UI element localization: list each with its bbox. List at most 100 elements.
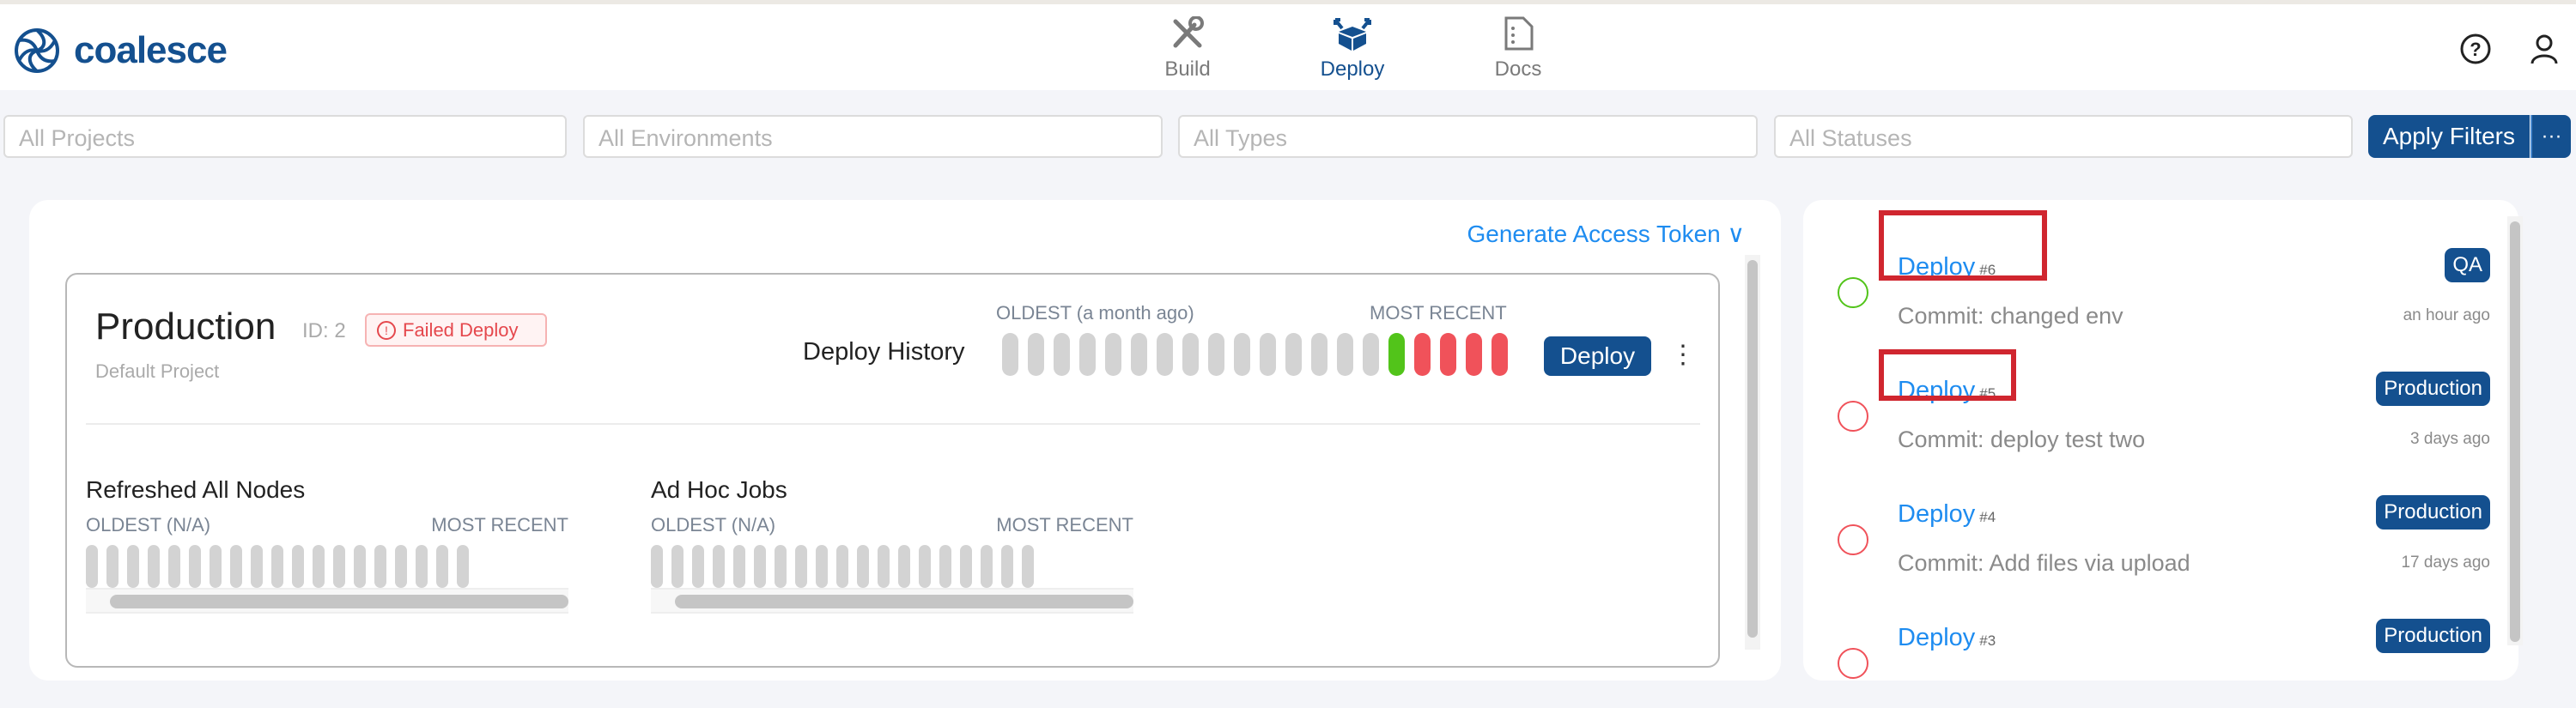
history-bar-empty <box>189 545 201 588</box>
environment-badge: Production <box>2376 619 2490 653</box>
history-bar-failed[interactable] <box>1414 333 1431 376</box>
history-bar-empty <box>436 545 448 588</box>
highlight-box <box>1879 210 2047 281</box>
environments-filter[interactable]: All Environments <box>583 115 1163 158</box>
history-bar-empty <box>168 545 180 588</box>
kebab-menu-icon[interactable]: ⋮ <box>1670 340 1696 370</box>
horizontal-scrollbar[interactable] <box>86 588 568 614</box>
history-bar-empty <box>271 545 283 588</box>
history-bar-empty <box>292 545 304 588</box>
history-bars <box>86 545 568 588</box>
deploy-history-bars <box>1002 333 1508 376</box>
history-bar-none[interactable] <box>1157 333 1173 376</box>
commit-message: Commit: changed env <box>1898 303 2123 329</box>
history-bar-empty <box>333 545 345 588</box>
history-bar-none[interactable] <box>1054 333 1070 376</box>
alert-icon: ! <box>377 320 396 340</box>
history-bar-empty <box>836 545 848 588</box>
user-icon[interactable] <box>2530 33 2559 65</box>
section-title: Refreshed All Nodes <box>86 476 306 503</box>
history-bar-empty <box>457 545 469 588</box>
horizontal-scrollbar[interactable] <box>651 588 1133 614</box>
projects-filter[interactable]: All Projects <box>3 115 567 158</box>
history-bar-none[interactable] <box>1363 333 1379 376</box>
history-bar-failed[interactable] <box>1492 333 1508 376</box>
deploy-time: 17 days ago <box>2401 554 2490 572</box>
types-filter[interactable]: All Types <box>1178 115 1758 158</box>
commit-message: Commit: deploy test two <box>1898 427 2146 452</box>
help-icon[interactable]: ? <box>2459 33 2492 65</box>
deploy-box-icon <box>1334 18 1371 51</box>
history-bar-none[interactable] <box>1260 333 1276 376</box>
status-text: Failed Deploy <box>403 318 519 341</box>
deploy-list-item[interactable]: Deploy #5 Commit: deploy test two Product… <box>1838 341 2490 461</box>
history-bar-none[interactable] <box>1131 333 1147 376</box>
nav-build[interactable]: Build <box>1127 16 1248 82</box>
environment-badge: Production <box>2376 372 2490 406</box>
history-bar-empty <box>816 545 828 588</box>
commit-message: Commit: Add files via upload <box>1898 550 2190 576</box>
deploy-list-item[interactable]: Deploy #6 Commit: changed env QA an hour … <box>1838 210 2490 337</box>
history-bar-empty <box>713 545 725 588</box>
nav-docs[interactable]: Docs <box>1458 16 1578 82</box>
history-bars <box>651 545 1133 588</box>
divider <box>86 423 1700 425</box>
deploy-time: 3 days ago <box>2410 430 2490 448</box>
header: coalesce Build Deploy Docs ? <box>0 4 2576 90</box>
deploys-scrollbar[interactable] <box>2507 216 2523 645</box>
deploy-list-item[interactable]: Deploy #3 Production <box>1838 588 2490 708</box>
history-bar-empty <box>86 545 98 588</box>
history-bar-empty <box>960 545 972 588</box>
most-recent-label: MOST RECENT <box>996 514 1133 536</box>
history-bar-empty <box>313 545 325 588</box>
logo-text: coalesce <box>74 29 228 71</box>
history-bar-none[interactable] <box>1208 333 1224 376</box>
generate-access-token-link[interactable]: Generate Access Token ∨ <box>1467 220 1746 248</box>
history-bar-none[interactable] <box>1311 333 1327 376</box>
history-bar-empty <box>671 545 683 588</box>
deploy-link[interactable]: Deploy #3 <box>1898 624 1996 652</box>
history-bar-none[interactable] <box>1182 333 1199 376</box>
history-bar-empty <box>1022 545 1034 588</box>
history-bar-empty <box>1001 545 1013 588</box>
history-bar-empty <box>374 545 386 588</box>
environment-id: ID: 2 <box>302 319 346 342</box>
apply-filters-button[interactable]: Apply Filters <box>2368 115 2530 158</box>
history-bar-none[interactable] <box>1002 333 1018 376</box>
history-bar-none[interactable] <box>1337 333 1353 376</box>
history-bar-success[interactable] <box>1388 333 1405 376</box>
generate-token-label: Generate Access Token <box>1467 221 1721 247</box>
history-bar-failed[interactable] <box>1466 333 1482 376</box>
history-bar-failed[interactable] <box>1440 333 1456 376</box>
panel-scrollbar[interactable] <box>1745 255 1760 650</box>
deploy-history-label: Deploy History <box>803 338 965 366</box>
history-bar-empty <box>919 545 931 588</box>
history-bar-none[interactable] <box>1105 333 1121 376</box>
history-bar-none[interactable] <box>1234 333 1250 376</box>
nav-label: Docs <box>1494 57 1542 81</box>
history-bar-empty <box>210 545 222 588</box>
history-bar-none[interactable] <box>1028 333 1044 376</box>
chevron-down-icon: ∨ <box>1727 221 1746 247</box>
deploy-link[interactable]: Deploy #4 <box>1898 500 1996 529</box>
history-bar-empty <box>939 545 951 588</box>
deploy-button[interactable]: Deploy <box>1544 336 1651 376</box>
history-bar-empty <box>651 545 663 588</box>
history-bar-empty <box>692 545 704 588</box>
history-bar-empty <box>795 545 807 588</box>
logo[interactable]: coalesce <box>12 23 228 78</box>
status-circle-icon <box>1838 277 1868 308</box>
history-bar-none[interactable] <box>1285 333 1302 376</box>
history-bar-empty <box>251 545 263 588</box>
statuses-filter[interactable]: All Statuses <box>1774 115 2353 158</box>
more-options-button[interactable]: ··· <box>2530 115 2571 158</box>
refreshed-nodes-section: Refreshed All Nodes OLDEST (N/A) MOST REC… <box>86 476 568 614</box>
document-icon <box>1504 16 1534 51</box>
history-bar-none[interactable] <box>1079 333 1096 376</box>
deploy-number: #3 <box>1979 632 1996 649</box>
nav-deploy[interactable]: Deploy <box>1292 16 1413 82</box>
oldest-label: OLDEST (N/A) <box>86 514 211 536</box>
environment-badge: Production <box>2376 495 2490 529</box>
deploy-list-item[interactable]: Deploy #4 Commit: Add files via upload Pr… <box>1838 464 2490 584</box>
project-name: Default Project <box>95 360 220 382</box>
